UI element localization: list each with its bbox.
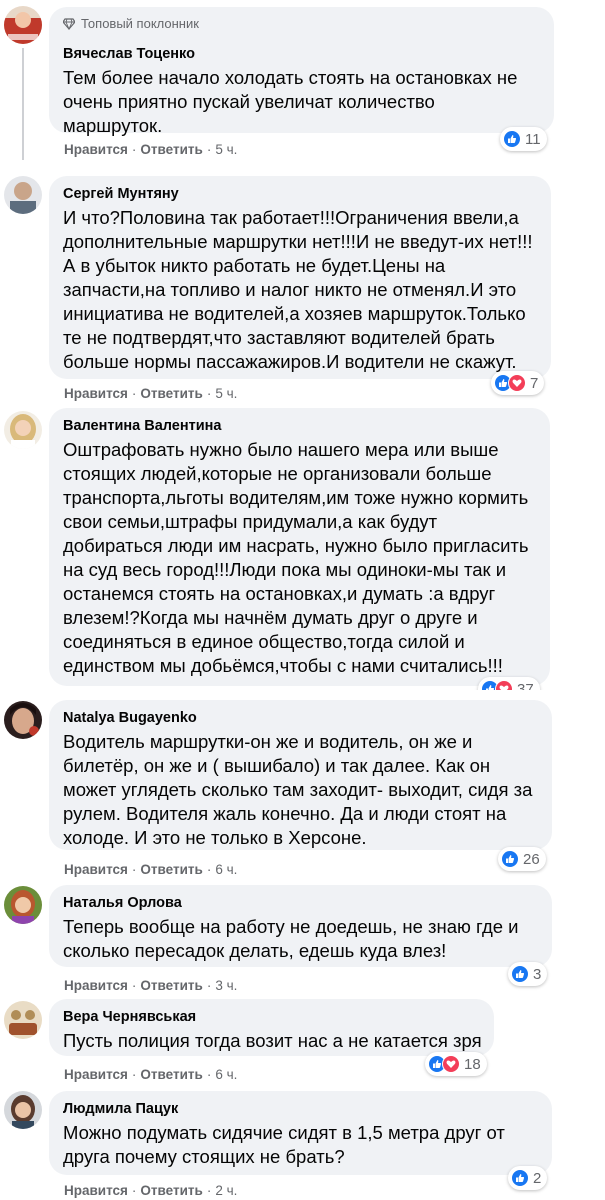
like-button[interactable]: Нравится bbox=[64, 862, 128, 877]
love-icon bbox=[442, 1055, 460, 1073]
avatar-image bbox=[4, 6, 42, 44]
author-name[interactable]: Вера Чернявськая bbox=[63, 1007, 480, 1027]
comment: Наталья Орлова Теперь вообще на работу н… bbox=[0, 880, 605, 995]
like-button[interactable]: Нравится bbox=[64, 142, 128, 157]
comment-text: Оштрафовать нужно было нашего мера или в… bbox=[63, 439, 529, 676]
timestamp[interactable]: 6 ч. bbox=[215, 1067, 237, 1082]
reply-button[interactable]: Ответить bbox=[140, 386, 202, 401]
reaction-summary[interactable]: 2 bbox=[508, 1166, 548, 1190]
like-icon bbox=[511, 1169, 529, 1187]
like-icon bbox=[511, 965, 529, 983]
reaction-count: 37 bbox=[517, 680, 534, 691]
comment-actions: Нравится · Ответить · 3 ч. bbox=[64, 978, 238, 993]
comment-bubble: Топовый поклонник Вячеслав Тоценко Тем б… bbox=[49, 7, 554, 136]
comment-actions: Нравится · Ответить · 6 ч. bbox=[64, 862, 238, 877]
reply-button[interactable]: Ответить bbox=[140, 142, 202, 157]
timestamp[interactable]: 6 ч. bbox=[215, 862, 237, 877]
reaction-count: 3 bbox=[533, 965, 542, 983]
comment: Топовый поклонник Вячеслав Тоценко Тем б… bbox=[0, 0, 605, 165]
reaction-summary[interactable]: 37 bbox=[478, 677, 540, 690]
reaction-count: 11 bbox=[525, 130, 541, 148]
comment-text: И что?Половина так работает!!!Ограничени… bbox=[63, 207, 533, 372]
comment-bubble: Людмила Пацук Можно подумать сидячие сид… bbox=[49, 1091, 552, 1175]
reaction-count: 2 bbox=[533, 1169, 542, 1187]
comment: Сергей Мунтяну И что?Половина так работа… bbox=[0, 170, 605, 405]
comment-bubble: Вера Чернявськая Пусть полиция тогда воз… bbox=[49, 999, 494, 1056]
reaction-summary[interactable]: 11 bbox=[500, 127, 547, 151]
comment-text: Тем более начало холодать стоять на оста… bbox=[63, 67, 518, 136]
avatar-image bbox=[4, 701, 42, 739]
avatar[interactable] bbox=[4, 6, 42, 44]
comment: Вера Чернявськая Пусть полиция тогда воз… bbox=[0, 995, 605, 1085]
comment-bubble: Валентина Валентина Оштрафовать нужно бы… bbox=[49, 408, 550, 686]
comment: Валентина Валентина Оштрафовать нужно бы… bbox=[0, 405, 605, 690]
like-button[interactable]: Нравится bbox=[64, 978, 128, 993]
comment-actions: Нравится · Ответить · 6 ч. bbox=[64, 1067, 238, 1082]
avatar[interactable] bbox=[4, 1001, 42, 1039]
author-name[interactable]: Наталья Орлова bbox=[63, 893, 538, 913]
reply-button[interactable]: Ответить bbox=[140, 1067, 202, 1082]
avatar[interactable] bbox=[4, 1091, 42, 1129]
author-name[interactable]: Людмила Пацук bbox=[63, 1099, 538, 1119]
like-icon bbox=[503, 130, 521, 148]
avatar-image bbox=[4, 176, 42, 214]
love-icon bbox=[495, 680, 513, 690]
reply-button[interactable]: Ответить bbox=[140, 862, 202, 877]
timestamp[interactable]: 5 ч. bbox=[215, 386, 237, 401]
reply-button[interactable]: Ответить bbox=[140, 1183, 202, 1198]
diamond-icon bbox=[63, 18, 75, 30]
reaction-count: 7 bbox=[530, 374, 539, 392]
comment-actions: Нравится · Ответить · 5 ч. bbox=[64, 142, 238, 157]
comment: Natalya Bugayenko Водитель маршрутки-он … bbox=[0, 695, 605, 880]
top-fan-badge: Топовый поклонник bbox=[63, 15, 540, 33]
author-name[interactable]: Сергей Мунтяну bbox=[63, 184, 537, 204]
like-icon bbox=[501, 850, 519, 868]
timestamp[interactable]: 3 ч. bbox=[215, 978, 237, 993]
reaction-count: 26 bbox=[523, 850, 540, 868]
love-icon bbox=[508, 374, 526, 392]
reply-button[interactable]: Ответить bbox=[140, 978, 202, 993]
author-name[interactable]: Валентина Валентина bbox=[63, 416, 536, 436]
comment-bubble: Наталья Орлова Теперь вообще на работу н… bbox=[49, 885, 552, 967]
reaction-summary[interactable]: 3 bbox=[508, 962, 548, 986]
comment-text: Пусть полиция тогда возит нас а не катае… bbox=[63, 1030, 482, 1051]
author-name[interactable]: Вячеслав Тоценко bbox=[63, 44, 540, 64]
comment-text: Теперь вообще на работу не доедешь, не з… bbox=[63, 916, 519, 961]
comment-bubble: Natalya Bugayenko Водитель маршрутки-он … bbox=[49, 700, 552, 850]
badge-label: Топовый поклонник bbox=[81, 16, 199, 31]
timestamp[interactable]: 5 ч. bbox=[215, 142, 237, 157]
like-button[interactable]: Нравится bbox=[64, 1183, 128, 1198]
thread-line bbox=[22, 48, 24, 160]
avatar[interactable] bbox=[4, 701, 42, 739]
reaction-summary[interactable]: 18 bbox=[425, 1052, 487, 1076]
comment: Людмила Пацук Можно подумать сидячие сид… bbox=[0, 1085, 605, 1200]
author-name[interactable]: Natalya Bugayenko bbox=[63, 708, 538, 728]
comment-actions: Нравится · Ответить · 5 ч. bbox=[64, 386, 238, 401]
avatar-image bbox=[4, 1091, 42, 1129]
like-button[interactable]: Нравится bbox=[64, 1067, 128, 1082]
avatar-image bbox=[4, 1001, 42, 1039]
comment-actions: Нравится · Ответить · 2 ч. bbox=[64, 1183, 238, 1198]
reaction-summary[interactable]: 7 bbox=[491, 371, 545, 395]
avatar-image bbox=[4, 886, 42, 924]
comment-text: Можно подумать сидячие сидят в 1,5 метра… bbox=[63, 1122, 505, 1167]
comment-bubble: Сергей Мунтяну И что?Половина так работа… bbox=[49, 176, 551, 379]
comment-text: Водитель маршрутки-он же и водитель, он … bbox=[63, 731, 533, 848]
like-button[interactable]: Нравится bbox=[64, 386, 128, 401]
avatar[interactable] bbox=[4, 176, 42, 214]
reaction-summary[interactable]: 26 bbox=[498, 847, 546, 871]
reaction-count: 18 bbox=[464, 1055, 481, 1073]
timestamp[interactable]: 2 ч. bbox=[215, 1183, 237, 1198]
avatar[interactable] bbox=[4, 411, 42, 449]
avatar-image bbox=[4, 411, 42, 449]
avatar[interactable] bbox=[4, 886, 42, 924]
